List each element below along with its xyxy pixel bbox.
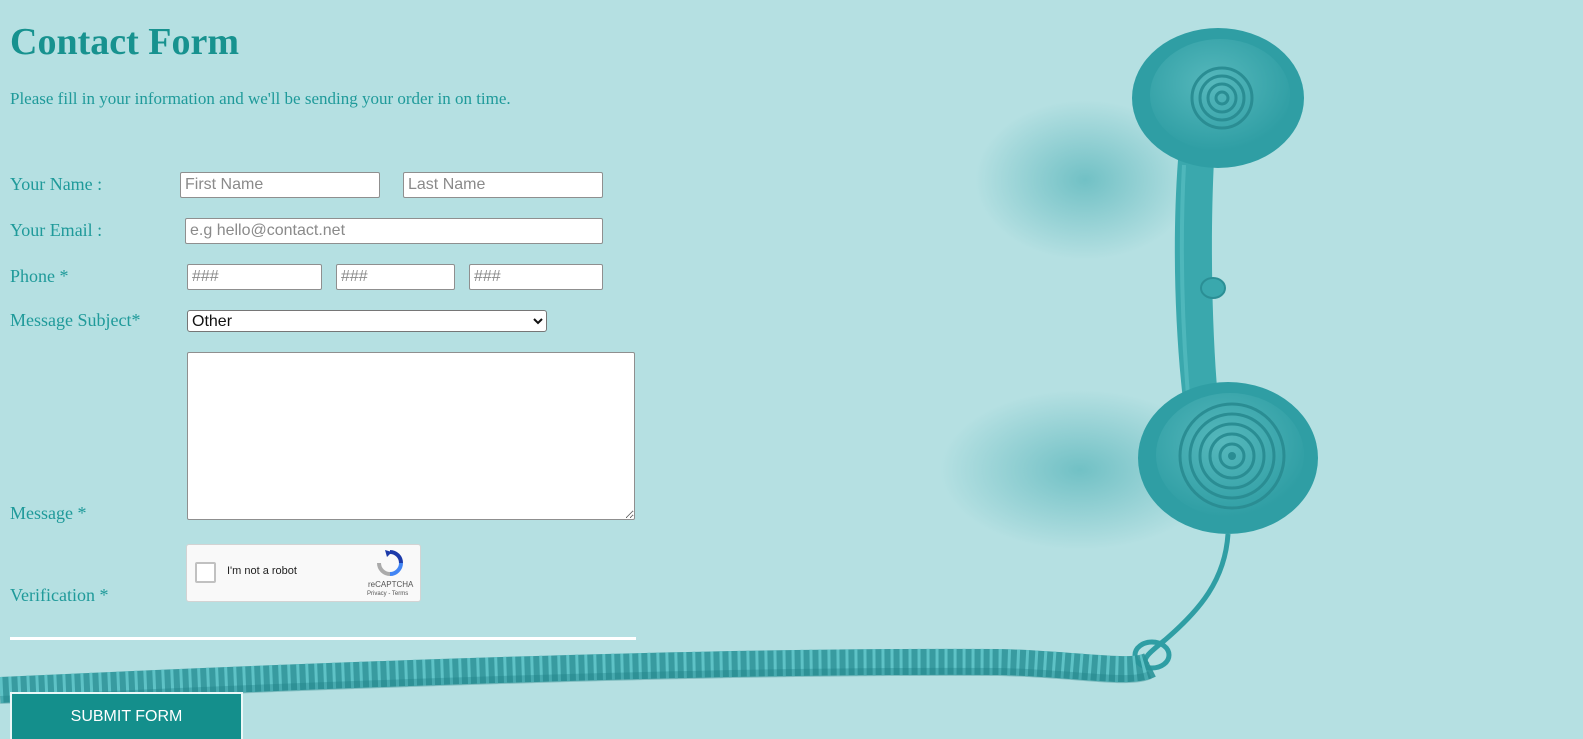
submit-form-button[interactable]: SUBMIT FORM [10,692,243,739]
email-input[interactable] [185,218,603,244]
recaptcha-terms-link[interactable]: Terms [392,591,408,597]
recaptcha-checkbox[interactable] [195,562,216,583]
page-title: Contact Form [10,21,239,63]
recaptcha-privacy-link[interactable]: Privacy [367,591,387,597]
recaptcha-links: Privacy - Terms [367,591,408,597]
phone-input-3[interactable] [469,264,603,290]
verification-label: Verification * [10,585,109,605]
last-name-input[interactable] [403,172,603,198]
phone-input-1[interactable] [187,264,322,290]
subject-select[interactable]: Other [187,310,547,332]
first-name-input[interactable] [180,172,380,198]
phone-input-2[interactable] [336,264,455,290]
name-label: Your Name : [10,174,103,194]
subject-label: Message Subject* [10,310,141,330]
recaptcha-brand: reCAPTCHA [368,580,414,589]
form-divider [10,637,636,640]
recaptcha-label: I'm not a robot [227,565,297,577]
recaptcha-widget: I'm not a robot reCAPTCHA Privacy - Term… [186,544,421,602]
email-label: Your Email : [10,220,103,240]
message-label: Message * [10,503,87,523]
intro-text: Please fill in your information and we'l… [10,89,511,108]
message-textarea[interactable] [187,352,635,520]
phone-label: Phone * [10,266,69,286]
recaptcha-logo-icon [377,550,403,576]
